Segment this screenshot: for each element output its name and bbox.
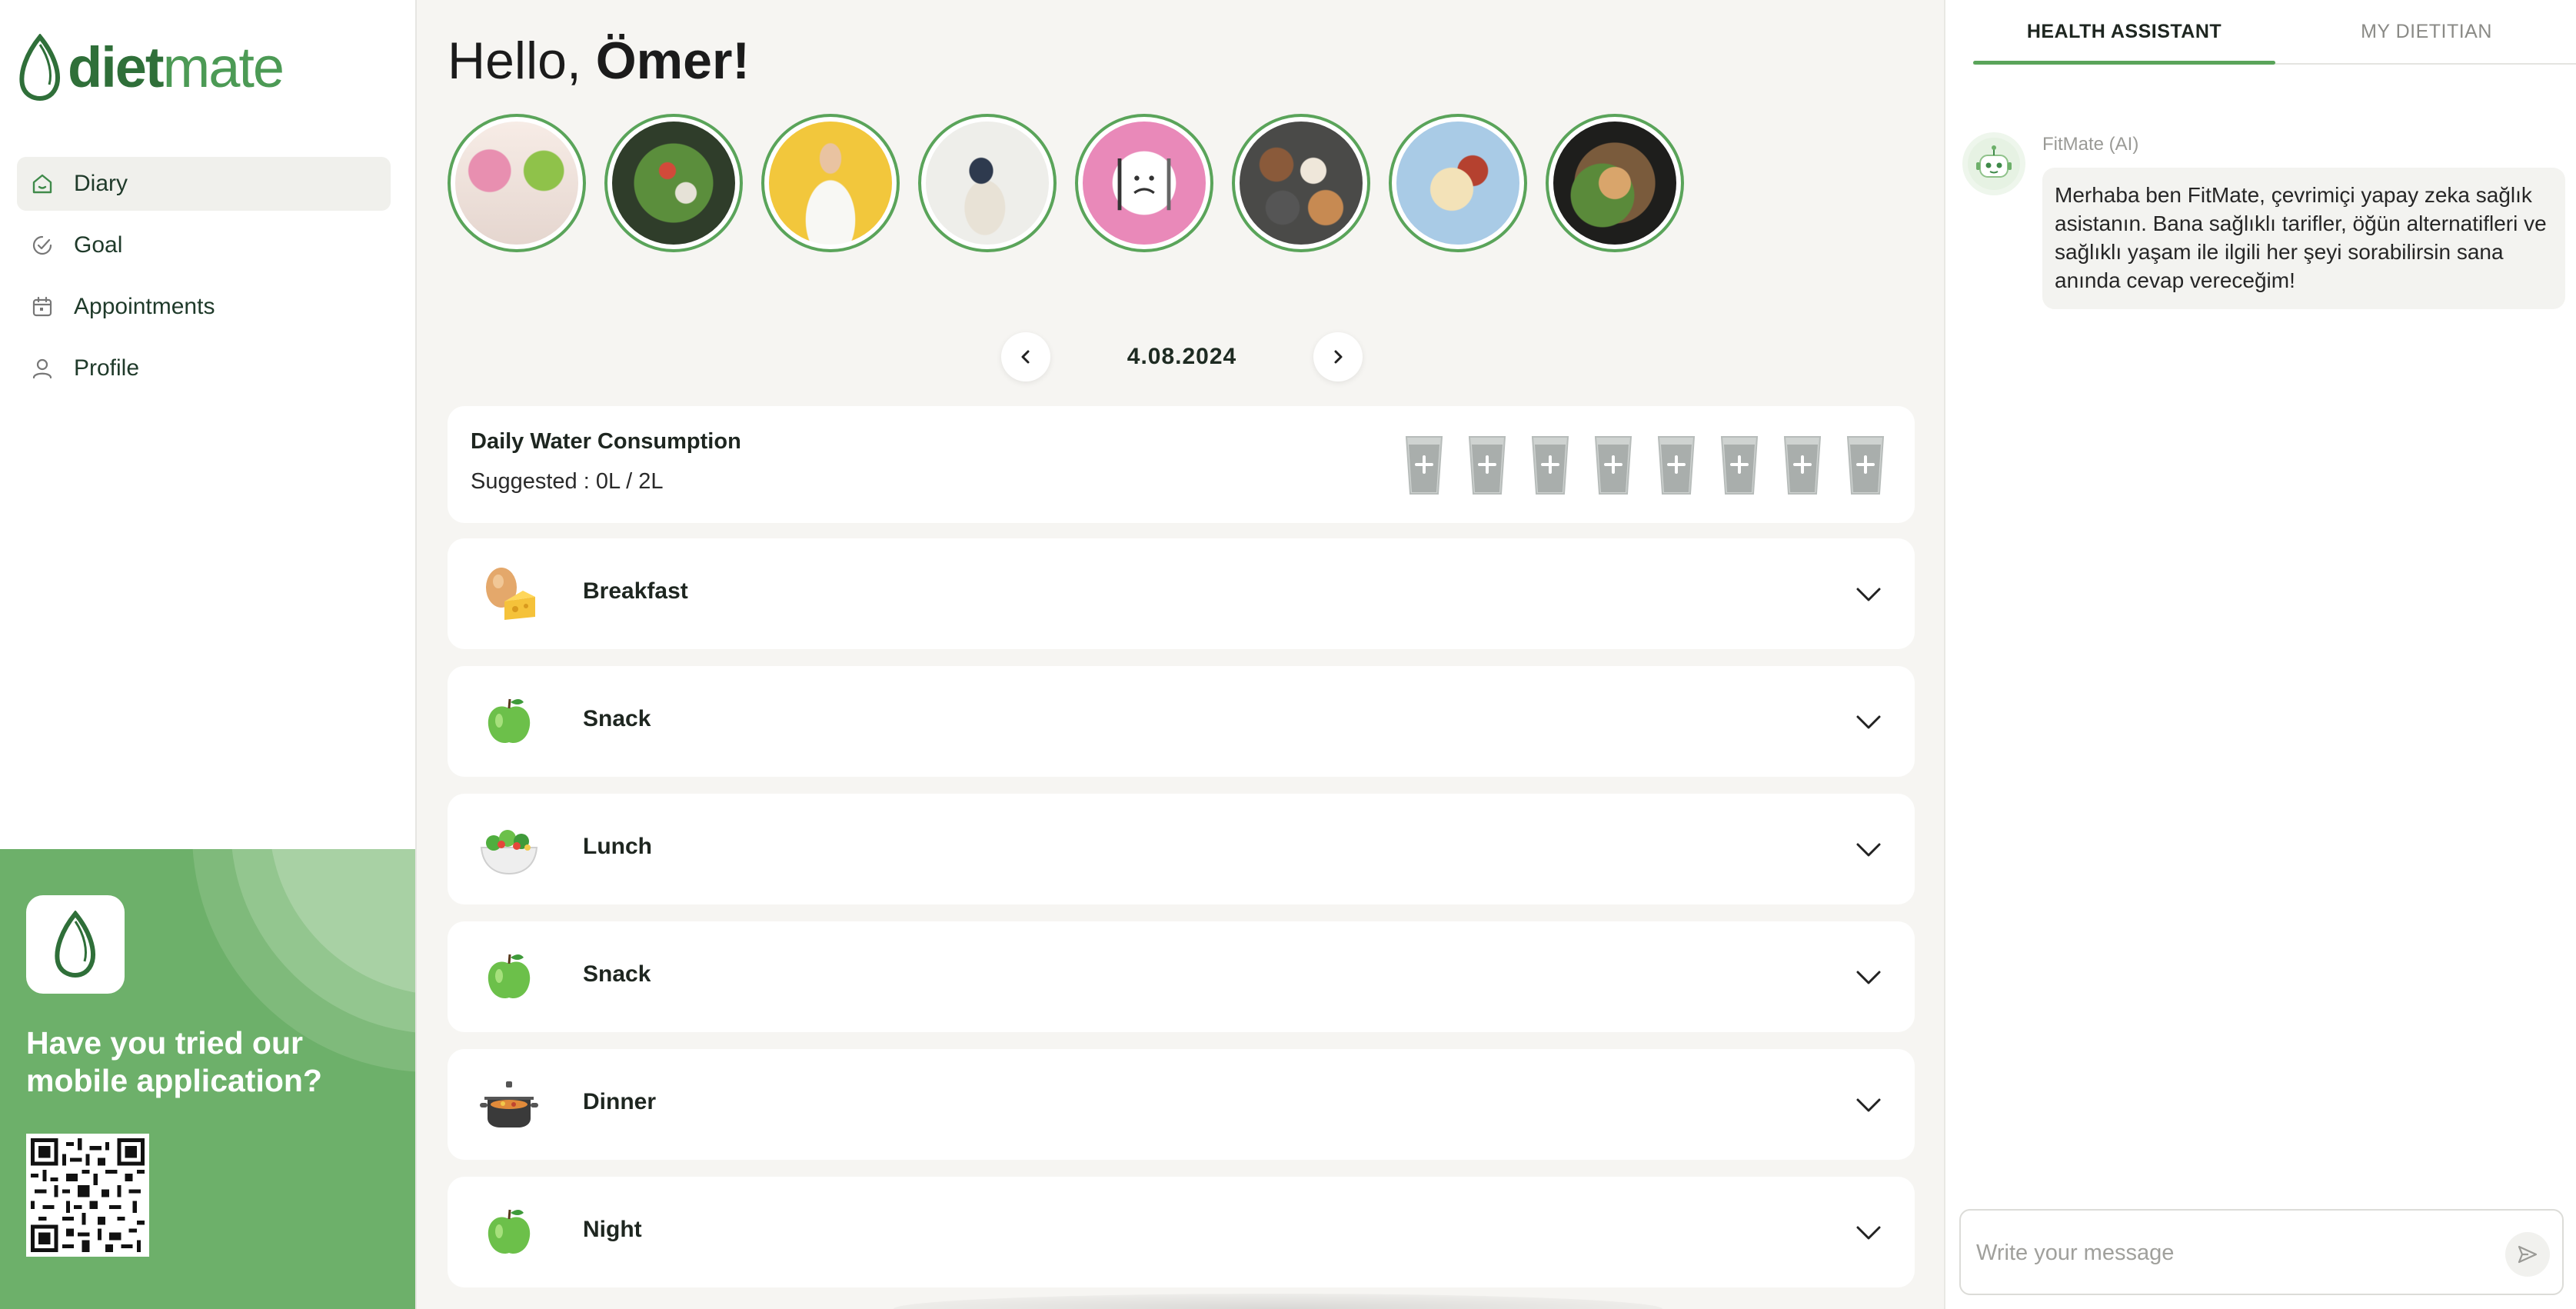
leaf-logo-icon [19,34,60,102]
meal-snack-morning[interactable]: Snack [448,666,1915,777]
assistant-tabs: HEALTH ASSISTANT MY DIETITIAN [1973,0,2576,65]
mobile-app-promo: Have you tried our mobile application? [0,849,415,1309]
meal-dinner[interactable]: Dinner [448,1049,1915,1160]
bot-avatar [1962,132,2025,195]
meal-label: Dinner [583,1089,657,1114]
add-water-glass-button[interactable] [1467,434,1507,497]
chevron-right-icon [1334,350,1343,364]
tab-my-dietitian[interactable]: MY DIETITIAN [2275,0,2576,63]
sidebar-item-label: Goal [74,232,123,258]
brand-name: dietmate [68,35,285,99]
chevron-down-icon [1856,843,1881,857]
page-title: Hello, Ömer! [448,32,751,90]
robot-icon [1968,138,2020,190]
chevron-left-icon [1021,350,1030,364]
chevron-down-icon [1856,1226,1881,1240]
add-water-glass-button[interactable] [1782,434,1822,497]
meal-lunch[interactable]: Lunch [448,794,1915,904]
meal-label: Night [583,1217,642,1242]
sidebar-nav: Diary Goal Appointments Profile [17,157,391,403]
sidebar-item-profile[interactable]: Profile [17,341,391,395]
water-glasses [1381,434,1885,497]
story-person-eating[interactable] [761,114,900,252]
promo-title: Have you tried our mobile application? [26,1025,322,1099]
chevron-down-icon [1856,1098,1881,1112]
sidebar-item-goal[interactable]: Goal [17,218,391,272]
egg-cheese-icon [478,563,540,625]
meal-label: Snack [583,706,651,731]
tab-health-assistant[interactable]: HEALTH ASSISTANT [1973,0,2275,65]
stories-row [448,114,1702,252]
green-apple-icon [478,691,540,752]
next-day-button[interactable] [1313,332,1363,381]
add-water-glass-button[interactable] [1656,434,1696,497]
sidebar-item-label: Profile [74,355,140,381]
pot-icon [478,1074,540,1135]
story-waist-measure[interactable] [918,114,1057,252]
chat-message: Merhaba ben FitMate, çevrimiçi yapay zek… [2042,168,2565,309]
app-logo-icon[interactable] [26,895,125,994]
story-protein-foods[interactable] [1232,114,1370,252]
send-icon [2518,1245,2538,1264]
story-bowl[interactable] [1546,114,1684,252]
sidebar-item-appointments[interactable]: Appointments [17,280,391,334]
story-donut-apple[interactable] [448,114,586,252]
message-input[interactable] [1976,1234,2468,1272]
story-salad[interactable] [604,114,743,252]
green-apple-icon [478,946,540,1008]
meal-night[interactable]: Night [448,1177,1915,1287]
water-title: Daily Water Consumption [471,429,741,454]
home-icon [29,171,55,197]
date-navigator: 4.08.2024 [1001,329,1363,385]
bot-name: FitMate (AI) [2042,134,2139,155]
scroll-shadow [894,1294,1662,1309]
sidebar-item-label: Diary [74,171,128,196]
add-water-glass-button[interactable] [1845,434,1885,497]
salad-bowl-icon [478,818,540,880]
meal-label: Lunch [583,834,652,859]
add-water-glass-button[interactable] [1530,434,1570,497]
green-apple-icon [478,1201,540,1263]
meal-breakfast[interactable]: Breakfast [448,538,1915,649]
water-consumption-card: Daily Water Consumption Suggested : 0L /… [448,406,1915,523]
add-water-glass-button[interactable] [1404,434,1444,497]
user-icon [29,355,55,381]
add-water-glass-button[interactable] [1719,434,1759,497]
meal-snack-afternoon[interactable]: Snack [448,921,1915,1032]
meal-label: Breakfast [583,578,688,604]
logo[interactable]: dietmate [17,34,285,102]
meal-label: Snack [583,961,651,987]
current-date: 4.08.2024 [1127,344,1237,369]
sidebar-item-label: Appointments [74,294,215,319]
calendar-icon [29,294,55,320]
message-composer [1959,1209,2564,1295]
sidebar: dietmate Diary Goal Appointments Profile [0,0,417,1309]
add-water-glass-button[interactable] [1593,434,1633,497]
assistant-panel: HEALTH ASSISTANT MY DIETITIAN FitMate (A… [1944,0,2576,1309]
sidebar-item-diary[interactable]: Diary [17,157,391,211]
chevron-down-icon [1856,588,1881,601]
diary-main: Hello, Ömer! 4.08.2024 Daily Water Consu… [417,0,1944,1309]
chevron-down-icon [1856,715,1881,729]
water-suggested: Suggested : 0L / 2L [471,469,664,494]
chevron-down-icon [1856,971,1881,984]
goal-icon [29,232,55,258]
story-plated-meal[interactable] [1389,114,1527,252]
qr-code-icon[interactable] [26,1134,149,1257]
send-button[interactable] [2505,1232,2550,1277]
previous-day-button[interactable] [1001,332,1050,381]
story-empty-plate[interactable] [1075,114,1213,252]
